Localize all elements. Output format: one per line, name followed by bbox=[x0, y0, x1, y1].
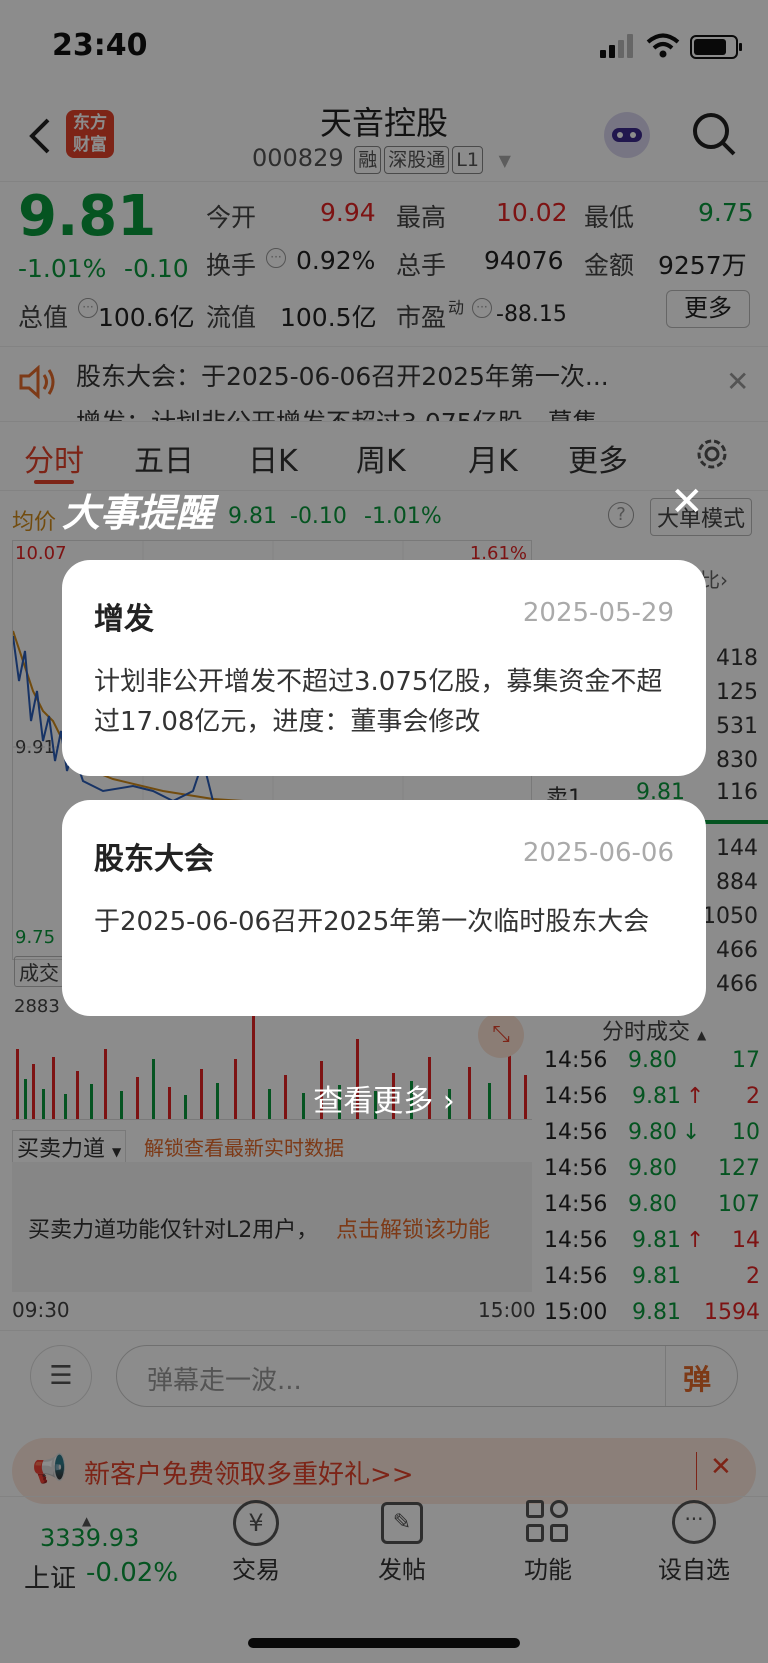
event-card[interactable]: 增发 2025-05-29 计划非公开增发不超过3.075亿股，募集资金不超过1… bbox=[62, 560, 706, 776]
event-body: 计划非公开增发不超过3.075亿股，募集资金不超过17.08亿元，进度：董事会修… bbox=[94, 667, 663, 737]
event-body: 于2025-06-06召开2025年第一次临时股东大会 bbox=[94, 907, 650, 937]
modal-title: 大事提醒 bbox=[62, 491, 215, 535]
event-title: 增发 bbox=[94, 602, 154, 637]
view-more-button[interactable]: 查看更多 › bbox=[0, 1076, 768, 1120]
view-more-label: 查看更多 bbox=[313, 1084, 434, 1119]
event-title: 股东大会 bbox=[94, 842, 214, 877]
chevron-right-icon: › bbox=[442, 1084, 455, 1119]
stock-detail-page: 23:40 东方 财富 天音控股 000829 融深股通 L1 ▼ 9.81 -… bbox=[0, 0, 768, 1663]
event-date: 2025-06-06 bbox=[522, 838, 674, 868]
event-card[interactable]: 股东大会 2025-06-06 于2025-06-06召开2025年第一次临时股… bbox=[62, 800, 706, 1016]
event-date: 2025-05-29 bbox=[522, 598, 674, 628]
modal-close-icon[interactable]: ✕ bbox=[670, 482, 704, 522]
